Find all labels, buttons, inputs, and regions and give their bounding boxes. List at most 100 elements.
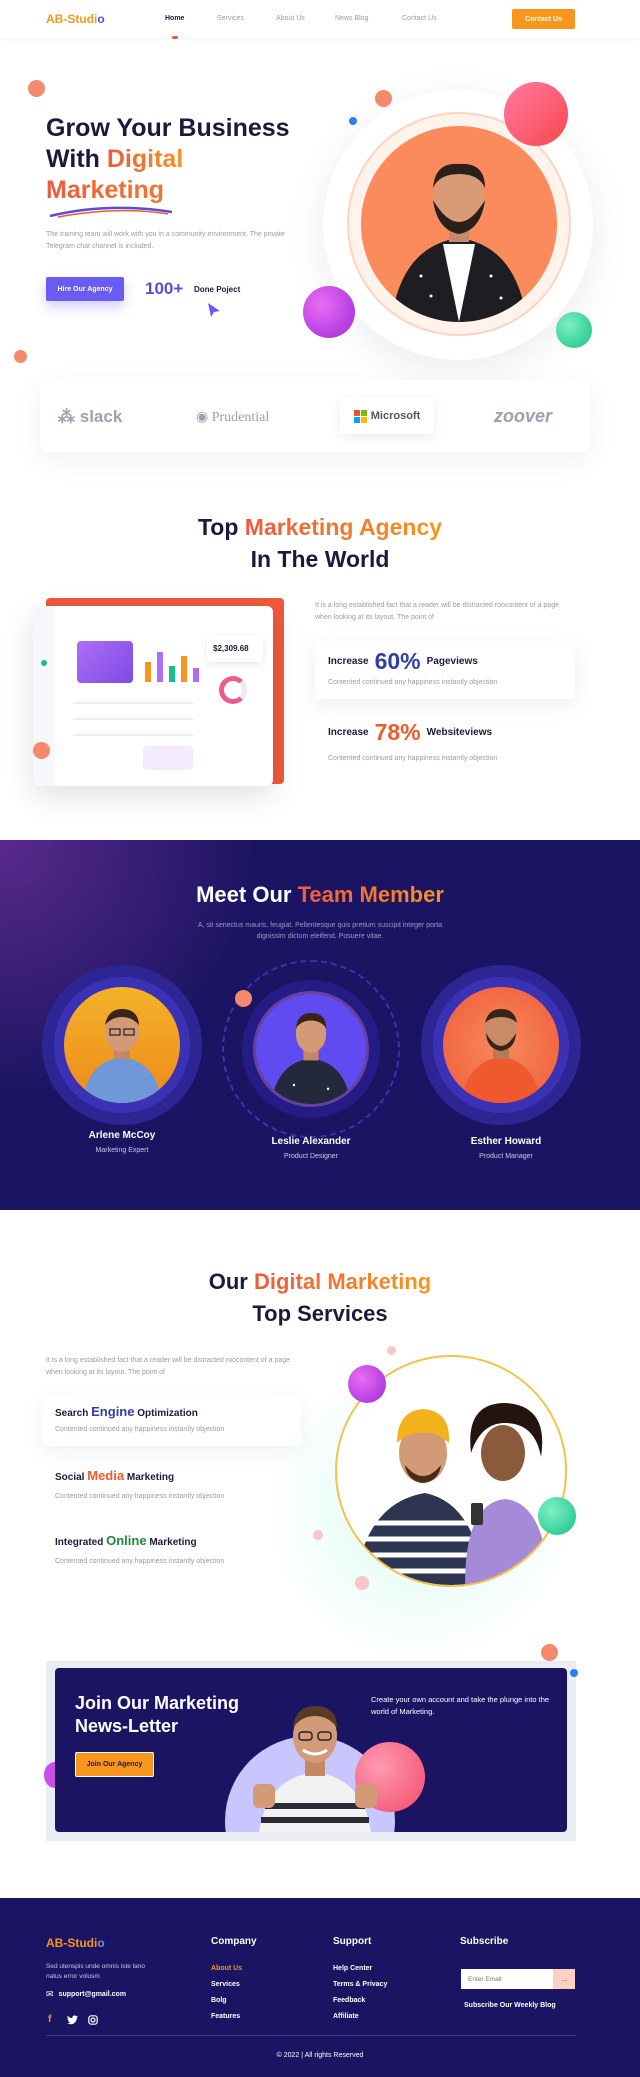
twitter-icon[interactable]: [67, 2015, 78, 2025]
hero-title-line2: With Digital: [46, 144, 290, 175]
footer-link-services[interactable]: Services: [211, 1981, 240, 1988]
prudential-logo-text: Prudential: [211, 410, 270, 425]
agency-title-line2: In The World: [250, 546, 390, 572]
agency-title-accent: Marketing Agency: [244, 514, 443, 540]
member-photo-esther: [443, 987, 559, 1103]
hero-title: Grow Your Business With Digital Marketin…: [46, 113, 290, 206]
hire-agency-button[interactable]: Hire Our Agency: [46, 277, 124, 301]
stat-value-pageviews: 60%: [374, 648, 421, 674]
service-title-accent: Media: [87, 1468, 125, 1483]
agency-title-line1: Top Marketing Agency: [0, 511, 640, 543]
contact-us-button[interactable]: Contact Us: [512, 9, 575, 29]
team-title-accent: Team Member: [297, 882, 444, 907]
nav-item-about[interactable]: About Us: [276, 15, 305, 22]
hero-title-line3: Marketing: [46, 175, 290, 206]
service-title-accent: Online: [106, 1533, 147, 1548]
deco-dot: [28, 80, 45, 97]
instagram-icon[interactable]: [88, 2015, 98, 2025]
deco-dot: [387, 1346, 396, 1355]
dashboard-donut: [219, 676, 247, 704]
thumbs-up-man-image: [253, 1706, 377, 1832]
deco-dot: [14, 350, 27, 363]
stat-desc: Contented continued any happiness instan…: [328, 679, 498, 686]
footer-link-terms[interactable]: Terms & Privacy: [333, 1981, 387, 1988]
service-title-before: Integrated: [55, 1537, 107, 1548]
zoover-logo: zoover: [494, 406, 553, 426]
agency-title: Top Marketing Agency In The World: [0, 511, 640, 575]
hero-title-digital: Digital: [106, 145, 184, 173]
stat-desc: Contented continued any happiness instan…: [328, 755, 498, 762]
footer-logo[interactable]: AB-Studio: [46, 1936, 105, 1950]
hero-title-line1: Grow Your Business: [46, 114, 290, 142]
footer-link-help[interactable]: Help Center: [333, 1965, 372, 1972]
member-name: Leslie Alexander: [271, 1136, 351, 1147]
hero-portrait: [361, 126, 557, 322]
join-agency-button[interactable]: Join Our Agency: [75, 1752, 154, 1777]
footer-link-affiliate[interactable]: Affiliate: [333, 2013, 359, 2020]
leslie-portrait-image: [271, 1012, 351, 1104]
service-title-before: Social: [55, 1472, 88, 1483]
dashboard-line: [73, 734, 193, 736]
dashboard-dot: [41, 660, 47, 666]
facebook-icon[interactable]: f: [48, 2014, 51, 2025]
services-title-line1: Our Digital Marketing: [0, 1266, 640, 1298]
arlene-portrait-image: [82, 1009, 162, 1103]
subscribe-email-input[interactable]: [461, 1969, 553, 1989]
subscribe-submit-button[interactable]: →: [553, 1969, 575, 1989]
cursor-icon: [208, 303, 220, 317]
hero-underline: [49, 206, 173, 218]
slack-logo-text: slack: [79, 407, 123, 426]
newsletter-card: Join Our Marketing News-Letter Join Our …: [55, 1668, 567, 1832]
deco-dot: [313, 1530, 323, 1540]
microsoft-logo-text: Microsoft: [370, 410, 421, 422]
service-title[interactable]: Social Media Marketing: [55, 1468, 174, 1483]
service-title-before: Search: [55, 1408, 92, 1419]
service-title-accent: Engine: [91, 1404, 135, 1419]
footer-link-blog[interactable]: Bolg: [211, 1997, 227, 2004]
service-title-after: Optimization: [134, 1408, 198, 1419]
deco-dot: [541, 1644, 558, 1661]
top-nav: AB-Studio Home Services About Us News Bl…: [0, 0, 640, 39]
service-title-after: Marketing: [124, 1472, 175, 1483]
dashboard-balance: $2,309.68: [213, 644, 249, 653]
prudential-logo: ◉ Prudential: [196, 409, 269, 426]
brand-strip: ⁂ slack ◉ Prudential Microsoft zoover: [40, 380, 590, 452]
member-role: Product Designer: [283, 1153, 339, 1160]
footer-subscribe-title: Subscribe: [460, 1936, 509, 1947]
stat-prefix: Increase: [328, 727, 369, 738]
services-intro: It is a long established fact that a rea…: [46, 1357, 290, 1376]
footer-support-title: Support: [333, 1936, 372, 1947]
service-title[interactable]: Integrated Online Marketing: [55, 1533, 197, 1548]
deco-dot: [349, 117, 357, 125]
stat-row: Increase 60% Pageviews: [328, 648, 478, 675]
logo[interactable]: AB-Studio: [46, 12, 105, 26]
team-description: A, sit senectus mauris, feugiat. Pellent…: [197, 922, 443, 940]
dashboard-line: [73, 702, 193, 704]
member-name: Arlene McCoy: [88, 1130, 156, 1141]
deco-dot: [570, 1669, 578, 1677]
service-title-after: Marketing: [146, 1537, 197, 1548]
nav-item-contact[interactable]: Contact Us: [402, 15, 437, 22]
footer-email-text: support@gmail.com: [58, 1991, 127, 1998]
footer-link-about[interactable]: About Us: [211, 1965, 242, 1972]
footer-company-title: Company: [211, 1936, 257, 1947]
deco-green-ball: [538, 1497, 576, 1535]
nav-item-home[interactable]: Home: [165, 15, 184, 22]
footer-link-feedback[interactable]: Feedback: [333, 1997, 365, 2004]
deco-purple-ball: [348, 1365, 386, 1403]
hero-description: The training team will work with you in …: [46, 231, 285, 250]
footer-logo-text: AB-Studi: [46, 1936, 98, 1950]
deco-dot: [235, 990, 252, 1007]
member-photo-arlene: [64, 987, 180, 1103]
services-title-our: Our: [208, 1269, 254, 1294]
nav-item-blog[interactable]: News Blog: [335, 15, 368, 22]
nav-active-indicator: [172, 36, 178, 39]
footer-link-features[interactable]: Features: [211, 2013, 240, 2020]
nav-item-services[interactable]: Services: [217, 15, 244, 22]
footer-email[interactable]: ✉ support@gmail.com: [46, 1989, 126, 2000]
member-photo-leslie: [253, 991, 369, 1107]
stat-prefix: Increase: [328, 656, 369, 667]
deco-pink-ball: [504, 82, 568, 146]
newsletter-title: Join Our Marketing News-Letter: [75, 1692, 239, 1738]
newsletter-title-line2: News-Letter: [75, 1716, 179, 1736]
